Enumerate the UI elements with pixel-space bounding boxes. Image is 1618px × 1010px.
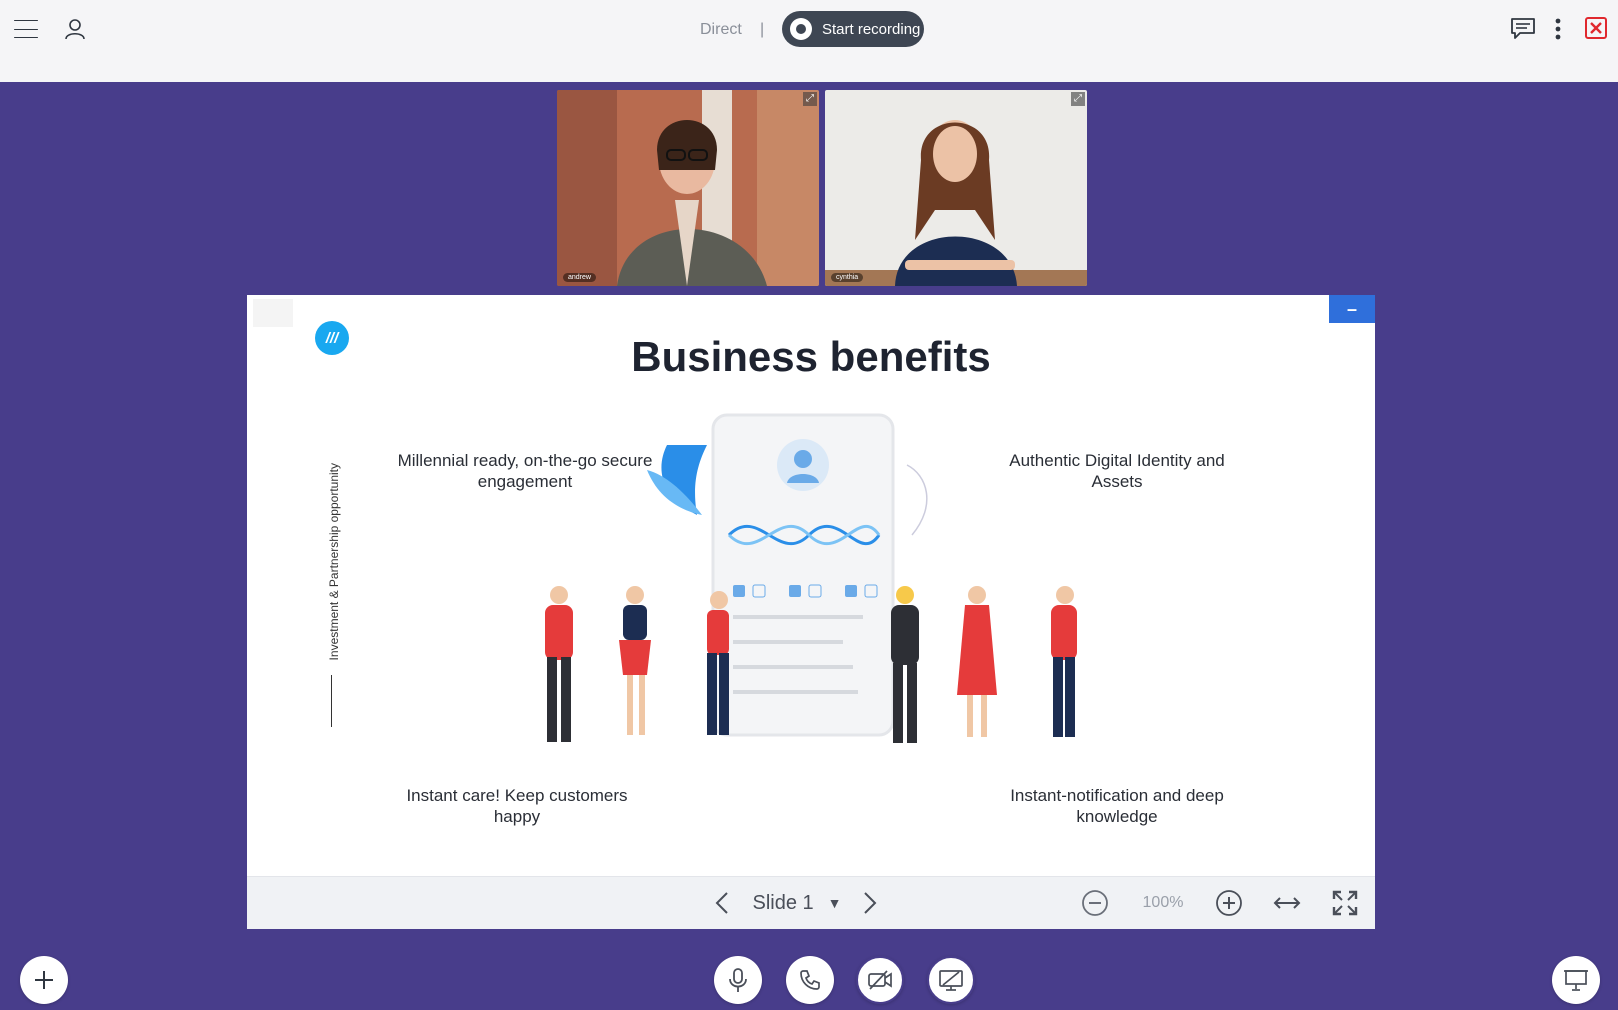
toggle-screen-share-button[interactable]: [927, 956, 975, 1004]
presentation-slide: – /// Business benefits Investment & Par…: [247, 295, 1375, 929]
more-options-icon[interactable]: [1548, 14, 1568, 44]
phone-icon: [800, 970, 820, 990]
minimize-presentation-button[interactable]: –: [1329, 295, 1375, 323]
slide-select-label: Slide 1: [752, 891, 814, 914]
expand-video-2-icon[interactable]: ⤢: [1071, 92, 1085, 106]
business-illustration: [545, 413, 1077, 743]
caret-down-icon: ▼: [827, 895, 842, 911]
camera-off-icon: [868, 970, 892, 990]
participant-video-1[interactable]: ⤢ andrew: [557, 90, 819, 286]
fullscreen-icon[interactable]: [1329, 877, 1361, 929]
user-icon[interactable]: [62, 16, 88, 42]
add-button[interactable]: [20, 956, 68, 1004]
zoom-in-button[interactable]: [1213, 877, 1245, 929]
side-text-divider: [331, 675, 332, 727]
microphone-button[interactable]: [714, 956, 762, 1004]
presentation-icon: [1564, 970, 1588, 991]
microphone-icon: [729, 968, 747, 992]
menu-icon[interactable]: [12, 16, 40, 42]
feature-bottom-right: Instant-notification and deep knowledge: [1010, 786, 1224, 826]
toggle-camera-button[interactable]: [856, 956, 904, 1004]
connection-status: Direct: [700, 21, 742, 38]
chat-icon[interactable]: [1508, 14, 1538, 44]
participant-2-name: cynthia: [831, 273, 864, 282]
zoom-out-button[interactable]: [1079, 877, 1111, 929]
slide-side-text: Investment & Partnership opportunity: [327, 463, 341, 661]
slide-title: Business benefits: [631, 333, 991, 380]
participant-2-video-frame: [825, 90, 1087, 286]
presentation-button[interactable]: [1552, 956, 1600, 1004]
slide-corner-placeholder: [253, 299, 293, 327]
fit-width-icon[interactable]: [1271, 877, 1303, 929]
top-bar: Direct | Start recording: [0, 0, 1618, 82]
participant-1-video-frame: [557, 90, 819, 286]
start-recording-label: Start recording: [822, 20, 921, 38]
previous-slide-button[interactable]: [707, 877, 737, 929]
call-button[interactable]: [786, 956, 834, 1004]
feature-bottom-left: Instant care! Keep customers happy: [406, 786, 628, 826]
zoom-level: 100%: [1142, 894, 1184, 911]
close-icon[interactable]: [1584, 16, 1608, 40]
next-slide-button[interactable]: [855, 877, 885, 929]
slide-select[interactable]: Slide 1 ▼: [747, 877, 847, 929]
participant-video-2[interactable]: ⤢ cynthia: [825, 90, 1087, 286]
screen-share-off-icon: [939, 970, 963, 991]
status-separator: |: [760, 21, 765, 38]
plus-icon: [35, 971, 53, 989]
participant-1-name: andrew: [563, 273, 596, 282]
start-recording-button[interactable]: Start recording: [782, 11, 924, 47]
expand-video-1-icon[interactable]: ⤢: [803, 92, 817, 106]
record-icon: [790, 18, 812, 40]
slide-toolbar: Slide 1 ▼ 100%: [247, 876, 1375, 929]
